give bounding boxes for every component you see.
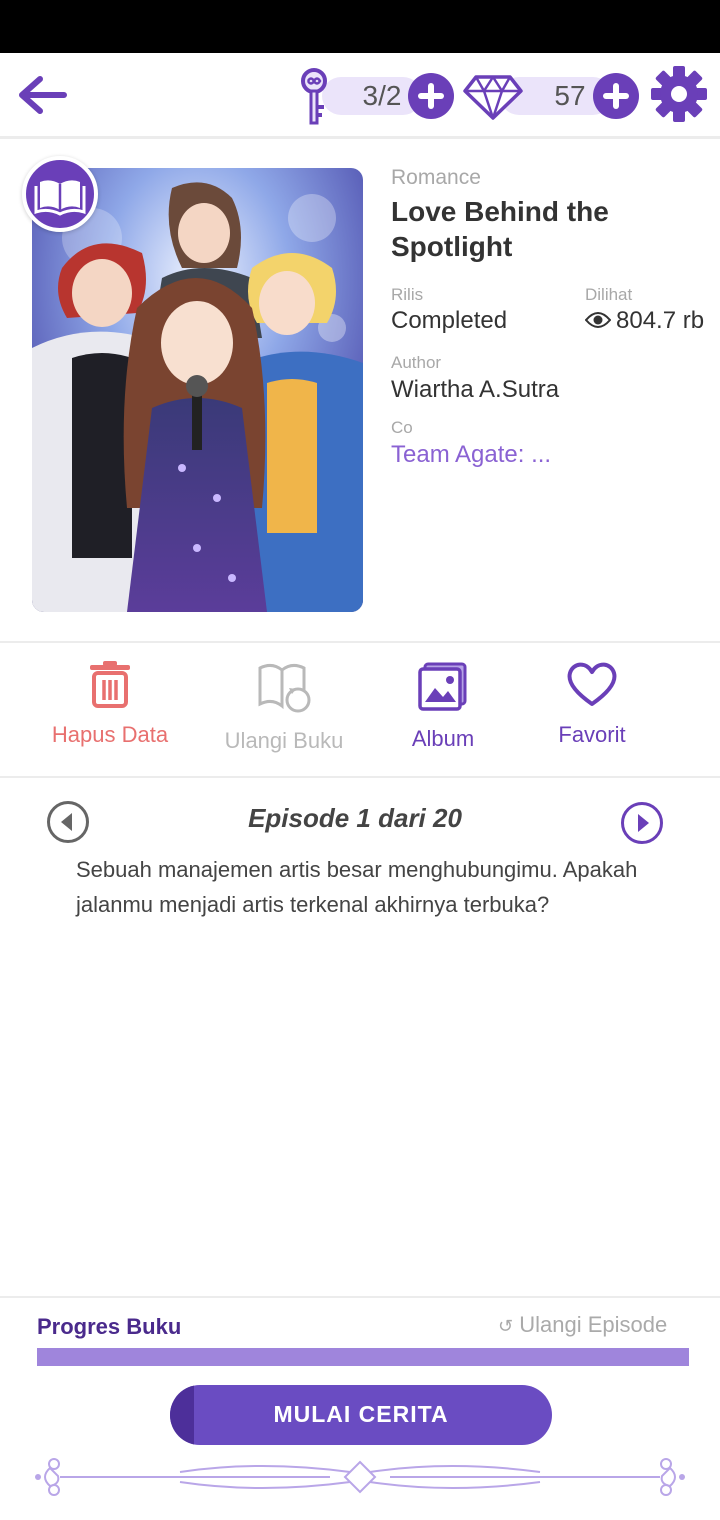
episode-title: Episode 1 dari 20 (248, 803, 462, 833)
book-progress-fill (37, 1348, 689, 1366)
replay-episode-button[interactable]: ↺ Ulangi Episode (498, 1312, 667, 1338)
gem-count: 57 (554, 80, 586, 111)
status-bar (0, 0, 720, 53)
divider (0, 1296, 720, 1298)
book-info: Romance Love Behind the Spotlight (391, 166, 711, 264)
book-cover-image (32, 168, 363, 612)
book-progress-bar (37, 1348, 689, 1366)
replay-book-button[interactable]: Ulangi Buku (199, 660, 369, 760)
co-author-label: Co (391, 418, 413, 437)
open-book-icon (34, 180, 86, 216)
divider (0, 776, 720, 778)
key-count: 3/2 (362, 80, 402, 111)
replay-book-icon (258, 663, 311, 713)
book-progress-label: Progres Buku (37, 1314, 182, 1339)
key-icon (301, 68, 327, 125)
start-story-label: MULAI CERITA (273, 1401, 449, 1427)
delete-data-button[interactable]: Hapus Data (25, 660, 195, 760)
start-story-button[interactable]: MULAI CERITA (170, 1385, 552, 1445)
next-episode-button[interactable] (620, 801, 664, 845)
book-title: Love Behind the Spotlight (391, 196, 609, 262)
co-author-link[interactable]: Team Agate: ... (391, 441, 551, 469)
release-value: Completed (391, 307, 508, 334)
diamond-icon (463, 75, 523, 120)
add-gems-button[interactable] (593, 73, 639, 119)
delete-data-label: Hapus Data (51, 722, 169, 747)
heart-icon (567, 662, 617, 706)
album-button[interactable]: Album (358, 660, 528, 760)
settings-gear-icon[interactable] (650, 65, 708, 123)
episode-description: Sebuah manajemen artis besar menghubungi… (76, 857, 638, 917)
back-arrow-icon[interactable] (14, 71, 70, 119)
replay-icon: ↺ (498, 1316, 514, 1336)
album-label: Album (411, 726, 475, 751)
author-value: Wiartha A.Sutra (391, 376, 560, 403)
favorite-button[interactable]: Favorit (507, 660, 677, 760)
top-bar: 3/2 57 (0, 53, 720, 139)
replay-episode-label: Ulangi Episode (519, 1312, 668, 1337)
previous-episode-button[interactable] (46, 800, 90, 844)
release-label: Rilis (391, 285, 424, 304)
album-icon (418, 662, 467, 711)
book-badge (22, 156, 98, 232)
decorative-ornament (35, 1458, 685, 1496)
trash-icon (90, 661, 130, 708)
views-label: Dilihat (585, 285, 633, 304)
author-label: Author (391, 353, 442, 372)
add-keys-button[interactable] (408, 73, 454, 119)
divider (0, 641, 720, 643)
favorite-label: Favorit (558, 722, 626, 747)
views-value: 804.7 rb (616, 307, 705, 334)
eye-icon (585, 312, 611, 328)
book-genre: Romance (391, 166, 481, 189)
replay-book-label: Ulangi Buku (224, 728, 344, 753)
